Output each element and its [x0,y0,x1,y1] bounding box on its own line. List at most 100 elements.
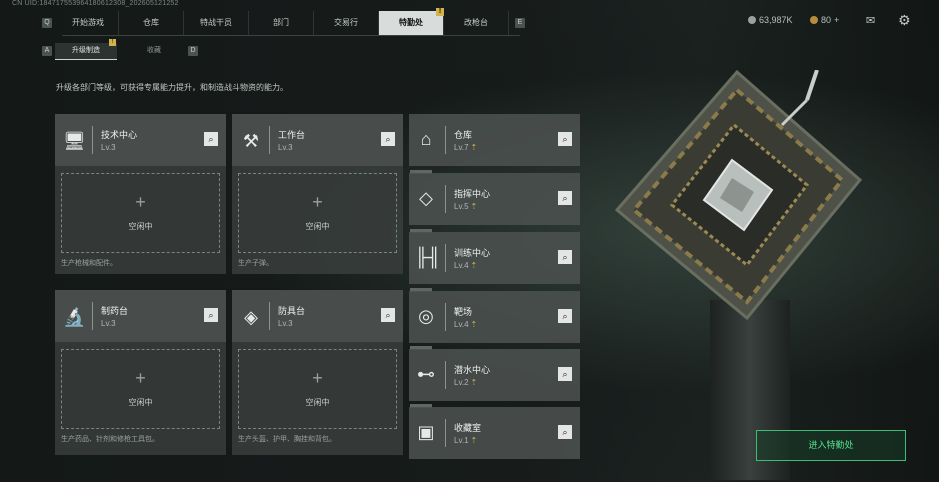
divider [445,126,446,154]
enter-special-ops-button[interactable]: 进入特勤处 [756,430,906,461]
workshop-description: 生产子弹。 [238,260,273,267]
department-level: Lv.4 ⇡ [454,320,477,329]
card-header: ◈ 防具台 Lv.3 ⌕ [232,290,403,342]
subtab-label: 升级制造 [72,46,100,54]
currency-main: 63,987K [748,15,793,25]
special-ops-cube-artwork [614,70,862,320]
search-icon[interactable]: ⌕ [558,191,572,205]
workshop-name: 技术中心 [101,130,138,140]
workshop-level: Lv.3 [278,319,293,328]
portrait-icon: ▣ [417,422,435,442]
armor-icon: ◈ [244,307,258,327]
subtab-upgrade-craft[interactable]: 升级制造! [55,38,117,60]
department-level: Lv.2 ⇡ [454,378,477,387]
upgrade-arrow-icon: ⇡ [470,320,478,329]
command-icon: ◇ [419,188,433,208]
target-icon: ◎ [418,306,434,326]
dumbbell-icon: ╟╢ [415,247,441,267]
slot-status: 空闲中 [128,222,153,231]
workshop-card-workbench[interactable]: ⚒ 工作台 Lv.3 ⌕ + 空闲中 生产子弹。 [232,114,403,274]
tab-gunsmith[interactable]: 改枪台 [444,11,509,35]
department-level: Lv.1 ⇡ [454,436,477,445]
department-name: 仓库 [454,130,473,140]
search-icon[interactable]: ⌕ [381,132,395,146]
add-icon: + [312,192,323,212]
level-text: Lv.7 [454,143,469,152]
tab-trading[interactable]: 交易行 [314,11,379,35]
subtab-collection[interactable]: 收藏 [123,43,185,59]
workshop-card-pharmacy[interactable]: 🔬 制药台 Lv.3 ⌕ + 空闲中 生产药品、针剂和修枪工具包。 [55,290,226,455]
department-card-range[interactable]: ◎ 靶场 Lv.4 ⇡ ⌕ [409,291,580,343]
level-text: Lv.4 [454,320,469,329]
divider [445,185,446,213]
nav-divider [62,35,520,36]
production-slot[interactable]: + 空闲中 [238,173,397,253]
department-card-training[interactable]: ╟╢ 训练中心 Lv.4 ⇡ ⌕ [409,232,580,284]
tab-departments[interactable]: 部门 [249,11,314,35]
search-icon[interactable]: ⌕ [558,425,572,439]
computer-icon: 🖥 [63,131,86,151]
mail-icon[interactable]: ✉ [866,14,875,27]
tab-label: 特战干员 [200,18,232,27]
notification-badge: ! [109,38,116,46]
tab-start-game[interactable]: 开始游戏 [58,11,119,35]
workshop-description: 生产枪械和配件。 [61,260,117,267]
level-text: Lv.2 [454,378,469,387]
card-header: 🖥 技术中心 Lv.3 ⌕ [55,114,226,166]
workshop-level: Lv.3 [101,143,116,152]
subnav-prev-key[interactable]: A [42,46,52,56]
slot-status: 空闲中 [305,222,330,231]
add-icon: + [312,368,323,388]
department-name: 靶场 [454,307,473,317]
tab-label: 开始游戏 [72,18,104,27]
upgrade-arrow-icon: ⇡ [470,436,478,445]
production-slot[interactable]: + 空闲中 [238,349,397,429]
department-level: Lv.7 ⇡ [454,143,477,152]
department-name: 收藏室 [454,423,482,433]
divider [92,126,93,154]
card-header: 🔬 制药台 Lv.3 ⌕ [55,290,226,342]
search-icon[interactable]: ⌕ [558,367,572,381]
currency-main-value: 63,987K [759,15,793,25]
microscope-icon: 🔬 [63,307,86,327]
department-level: Lv.4 ⇡ [454,261,477,270]
add-icon: + [135,192,146,212]
department-card-command[interactable]: ◇ 指挥中心 Lv.5 ⇡ ⌕ [409,173,580,225]
nav-prev-key[interactable]: Q [42,18,52,28]
department-card-warehouse[interactable]: ⌂ 仓库 Lv.7 ⇡ ⌕ [409,114,580,166]
search-icon[interactable]: ⌕ [558,309,572,323]
nav-next-key[interactable]: E [515,18,525,28]
gear-icon[interactable]: ⚙ [898,12,911,29]
currency-secondary[interactable]: 80 + [810,15,839,25]
tab-label: 交易行 [334,18,358,27]
workshop-card-tech-center[interactable]: 🖥 技术中心 Lv.3 ⌕ + 空闲中 生产枪械和配件。 [55,114,226,274]
search-icon[interactable]: ⌕ [381,308,395,322]
token-icon [810,16,818,24]
subnav-next-key[interactable]: D [188,46,198,56]
department-name: 训练中心 [454,248,491,258]
production-slot[interactable]: + 空闲中 [61,349,220,429]
divider [445,361,446,389]
production-slot[interactable]: + 空闲中 [61,173,220,253]
search-icon[interactable]: ⌕ [204,308,218,322]
department-card-diving[interactable]: ⊷ 潜水中心 Lv.2 ⇡ ⌕ [409,349,580,401]
department-card-collection-room[interactable]: ▣ 收藏室 Lv.1 ⇡ ⌕ [409,407,580,459]
add-currency-button[interactable]: + [834,15,839,25]
add-icon: + [135,368,146,388]
sub-navigation: A 升级制造! 收藏 D [42,38,198,60]
subtab-label: 收藏 [147,47,161,54]
tab-operators[interactable]: 特战干员 [184,11,249,35]
tab-label: 改枪台 [464,18,488,27]
tab-label: 特勤处 [399,18,423,27]
tab-warehouse[interactable]: 仓库 [119,11,184,35]
search-icon[interactable]: ⌕ [558,132,572,146]
divider [445,244,446,272]
workshop-card-armor[interactable]: ◈ 防具台 Lv.3 ⌕ + 空闲中 生产头盔、护甲、胸挂和背包。 [232,290,403,455]
divider [269,302,270,330]
tab-special-ops[interactable]: 特勤处! [379,8,444,35]
search-icon[interactable]: ⌕ [558,250,572,264]
user-uid: CN UID:184717553964180612308_20260512125… [12,0,179,7]
search-icon[interactable]: ⌕ [204,132,218,146]
slot-status: 空闲中 [305,398,330,407]
department-level: Lv.5 ⇡ [454,202,477,211]
